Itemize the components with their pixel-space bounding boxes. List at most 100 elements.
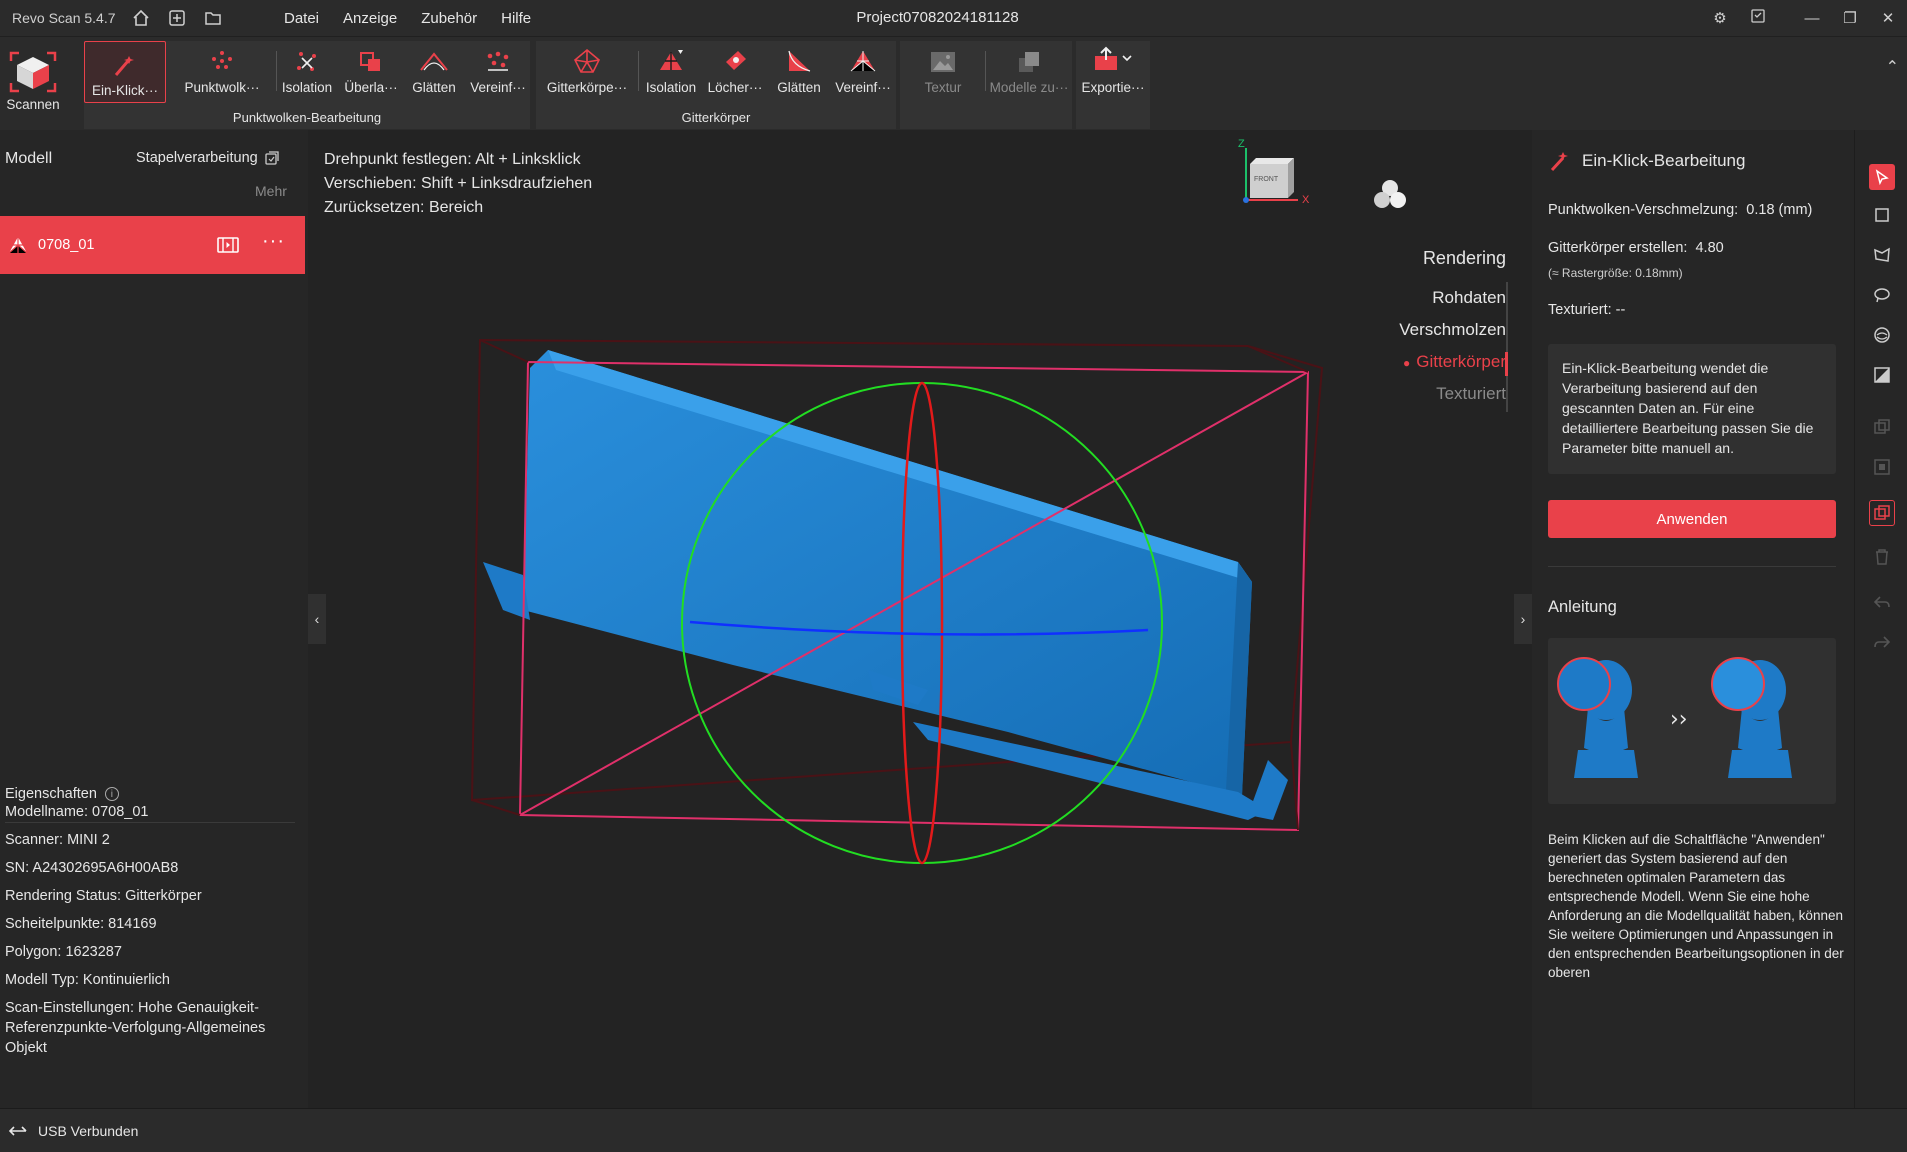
toolbar: Scannen Punktwolken-Bearbeitung Ein-Klic… <box>0 36 1907 130</box>
one-click-panel: Ein-Klick-Bearbeitung Punktwolken-Versch… <box>1532 130 1854 1108</box>
fill-holes-label: Löcher··· <box>707 80 763 95</box>
properties-list: Modellname: 0708_01 Scanner: MINI 2 SN: … <box>5 798 297 1058</box>
param-label: Gitterkörper erstellen: <box>1548 240 1688 256</box>
fill-holes-button[interactable]: Löcher··· <box>704 41 766 99</box>
rendering-indicator <box>1505 352 1508 376</box>
scan-button[interactable]: Scannen <box>0 41 66 123</box>
invert-selection-icon[interactable] <box>1869 362 1895 388</box>
grid-size-note: (≈ Rastergröße: 0.18mm) <box>1548 266 1683 280</box>
rendering-option-raw[interactable]: Rohdaten <box>1432 288 1506 308</box>
model-title: Modell <box>5 150 53 167</box>
property-row: Polygon: 1623287 <box>5 944 122 960</box>
export-button[interactable]: Exportie··· <box>1076 41 1150 99</box>
window-controls: ⚙ — ❐ ✕ <box>1701 0 1907 36</box>
home-icon[interactable] <box>130 7 152 29</box>
menu-file[interactable]: Datei <box>272 10 331 27</box>
batch-processing-button[interactable]: Stapelverarbeitung <box>136 150 280 166</box>
rect-select-icon[interactable] <box>1869 202 1895 228</box>
mesh-button[interactable]: Gitterkörpe··· <box>538 41 636 99</box>
collapse-left-panel-button[interactable]: ‹ <box>308 594 326 644</box>
isolation-label: Isolation <box>281 80 333 95</box>
collapse-toolbar-icon[interactable]: ⌃ <box>1886 57 1899 77</box>
redo-icon[interactable] <box>1869 630 1895 656</box>
property-row: Scan-Einstellungen: Hohe Genauigkeit-Ref… <box>5 1000 266 1056</box>
rendering-option-textured[interactable]: Texturiert <box>1436 384 1506 404</box>
rendering-title: Rendering <box>1422 248 1506 268</box>
minimize-icon[interactable]: — <box>1793 10 1831 27</box>
merge-models-button[interactable]: Modelle zu··· <box>986 41 1072 99</box>
merge-models-label: Modelle zu··· <box>989 80 1069 95</box>
restore-icon[interactable]: ❐ <box>1831 9 1869 27</box>
model-name: 0708_01 <box>38 237 95 253</box>
separator <box>276 51 277 91</box>
textured-param: Texturiert: -- <box>1548 302 1626 318</box>
guide-text: Beim Klicken auf die Schaltfläche "Anwen… <box>1548 832 1844 980</box>
property-row: Scanner: MINI 2 <box>5 832 110 848</box>
more-options-icon[interactable]: ··· <box>262 230 285 253</box>
copy-selection-icon[interactable] <box>1869 414 1895 440</box>
lasso-select-icon[interactable] <box>1869 282 1895 308</box>
mesh-simplify-label: Vereinf··· <box>835 80 891 95</box>
simplify-button[interactable]: Vereinf··· <box>466 41 530 99</box>
mesh-model-icon <box>8 237 28 254</box>
new-project-icon[interactable] <box>166 7 188 29</box>
menu-accessories[interactable]: Zubehör <box>409 10 489 27</box>
rendering-track <box>1506 282 1508 412</box>
view-cube[interactable]: Z X FRONT <box>1236 138 1309 212</box>
pointcloud-group-label: Punktwolken-Bearbeitung <box>232 110 382 125</box>
divider <box>1548 566 1836 567</box>
collapse-right-panel-button[interactable]: › <box>1514 594 1532 644</box>
select-tool-icon[interactable] <box>1869 164 1895 190</box>
undo-icon[interactable] <box>1869 590 1895 616</box>
param-value: 4.80 <box>1695 240 1724 256</box>
batch-label: Stapelverarbeitung <box>136 150 258 166</box>
film-icon[interactable] <box>216 235 240 255</box>
more-button[interactable]: Mehr <box>255 183 287 199</box>
smooth-button[interactable]: Glätten <box>406 41 462 99</box>
mesh-isolation-button[interactable]: Isolation <box>640 41 702 99</box>
apply-button[interactable]: Anwenden <box>1548 500 1836 538</box>
rendering-option-fused[interactable]: Verschmolzen <box>1399 320 1506 340</box>
duplicate-icon[interactable] <box>1869 500 1895 526</box>
overlap-label: Überla··· <box>344 80 398 95</box>
overlap-button[interactable]: Überla··· <box>340 41 402 99</box>
menu-help[interactable]: Hilfe <box>489 10 543 27</box>
description-box: Ein-Klick-Bearbeitung wendet die Verarbe… <box>1548 344 1836 474</box>
app-name: Revo Scan 5.4.7 <box>12 10 116 26</box>
open-folder-icon[interactable] <box>202 7 224 29</box>
notes-icon[interactable] <box>1739 9 1777 27</box>
mesh-smooth-button[interactable]: Glätten <box>770 41 828 99</box>
simplify-label: Vereinf··· <box>470 80 526 95</box>
isolation-button[interactable]: Isolation <box>278 41 336 99</box>
menu-view[interactable]: Anzeige <box>331 10 409 27</box>
cube-face-label: FRONT <box>1254 176 1279 183</box>
axis-z-label: Z <box>1238 138 1245 150</box>
scanned-mesh <box>483 350 1288 820</box>
export-label: Exportie··· <box>1081 80 1145 95</box>
mesh-isolation-label: Isolation <box>645 80 697 95</box>
model-panel: Modell Stapelverarbeitung Mehr 0708_01 ·… <box>0 130 308 1108</box>
panel-title: Ein-Klick-Bearbeitung <box>1582 151 1746 170</box>
property-row: Rendering Status: Gitterkörper <box>5 888 202 904</box>
tool-strip <box>1854 130 1907 1108</box>
spheres-icon[interactable] <box>1370 178 1410 217</box>
texture-button[interactable]: Textur <box>900 41 986 99</box>
one-click-button[interactable]: Ein-Klick··· <box>84 41 166 103</box>
property-row: SN: A24302695A6H00AB8 <box>5 860 179 876</box>
rendering-option-mesh[interactable]: ● Gitterkörper <box>1403 352 1506 372</box>
polygon-select-icon[interactable] <box>1869 242 1895 268</box>
mesh-simplify-button[interactable]: Vereinf··· <box>830 41 896 99</box>
brush-select-icon[interactable] <box>1869 322 1895 348</box>
crop-icon[interactable] <box>1869 454 1895 480</box>
close-icon[interactable]: ✕ <box>1869 9 1907 27</box>
usb-status: USB Verbunden <box>38 1122 139 1139</box>
status-bar: USB Verbunden <box>0 1108 1907 1152</box>
model-list-item[interactable]: 0708_01 ··· <box>0 216 305 274</box>
delete-icon[interactable] <box>1869 544 1895 570</box>
mesh-group-label: Gitterkörper <box>681 110 751 125</box>
settings-icon[interactable]: ⚙ <box>1701 9 1739 27</box>
pointcloud-button[interactable]: Punktwolk··· <box>176 41 268 99</box>
3d-viewport[interactable]: Drehpunkt festlegen: Alt + Linksklick Ve… <box>308 130 1532 1108</box>
magic-wand-icon <box>1550 152 1568 172</box>
scan-label: Scannen <box>6 97 60 112</box>
